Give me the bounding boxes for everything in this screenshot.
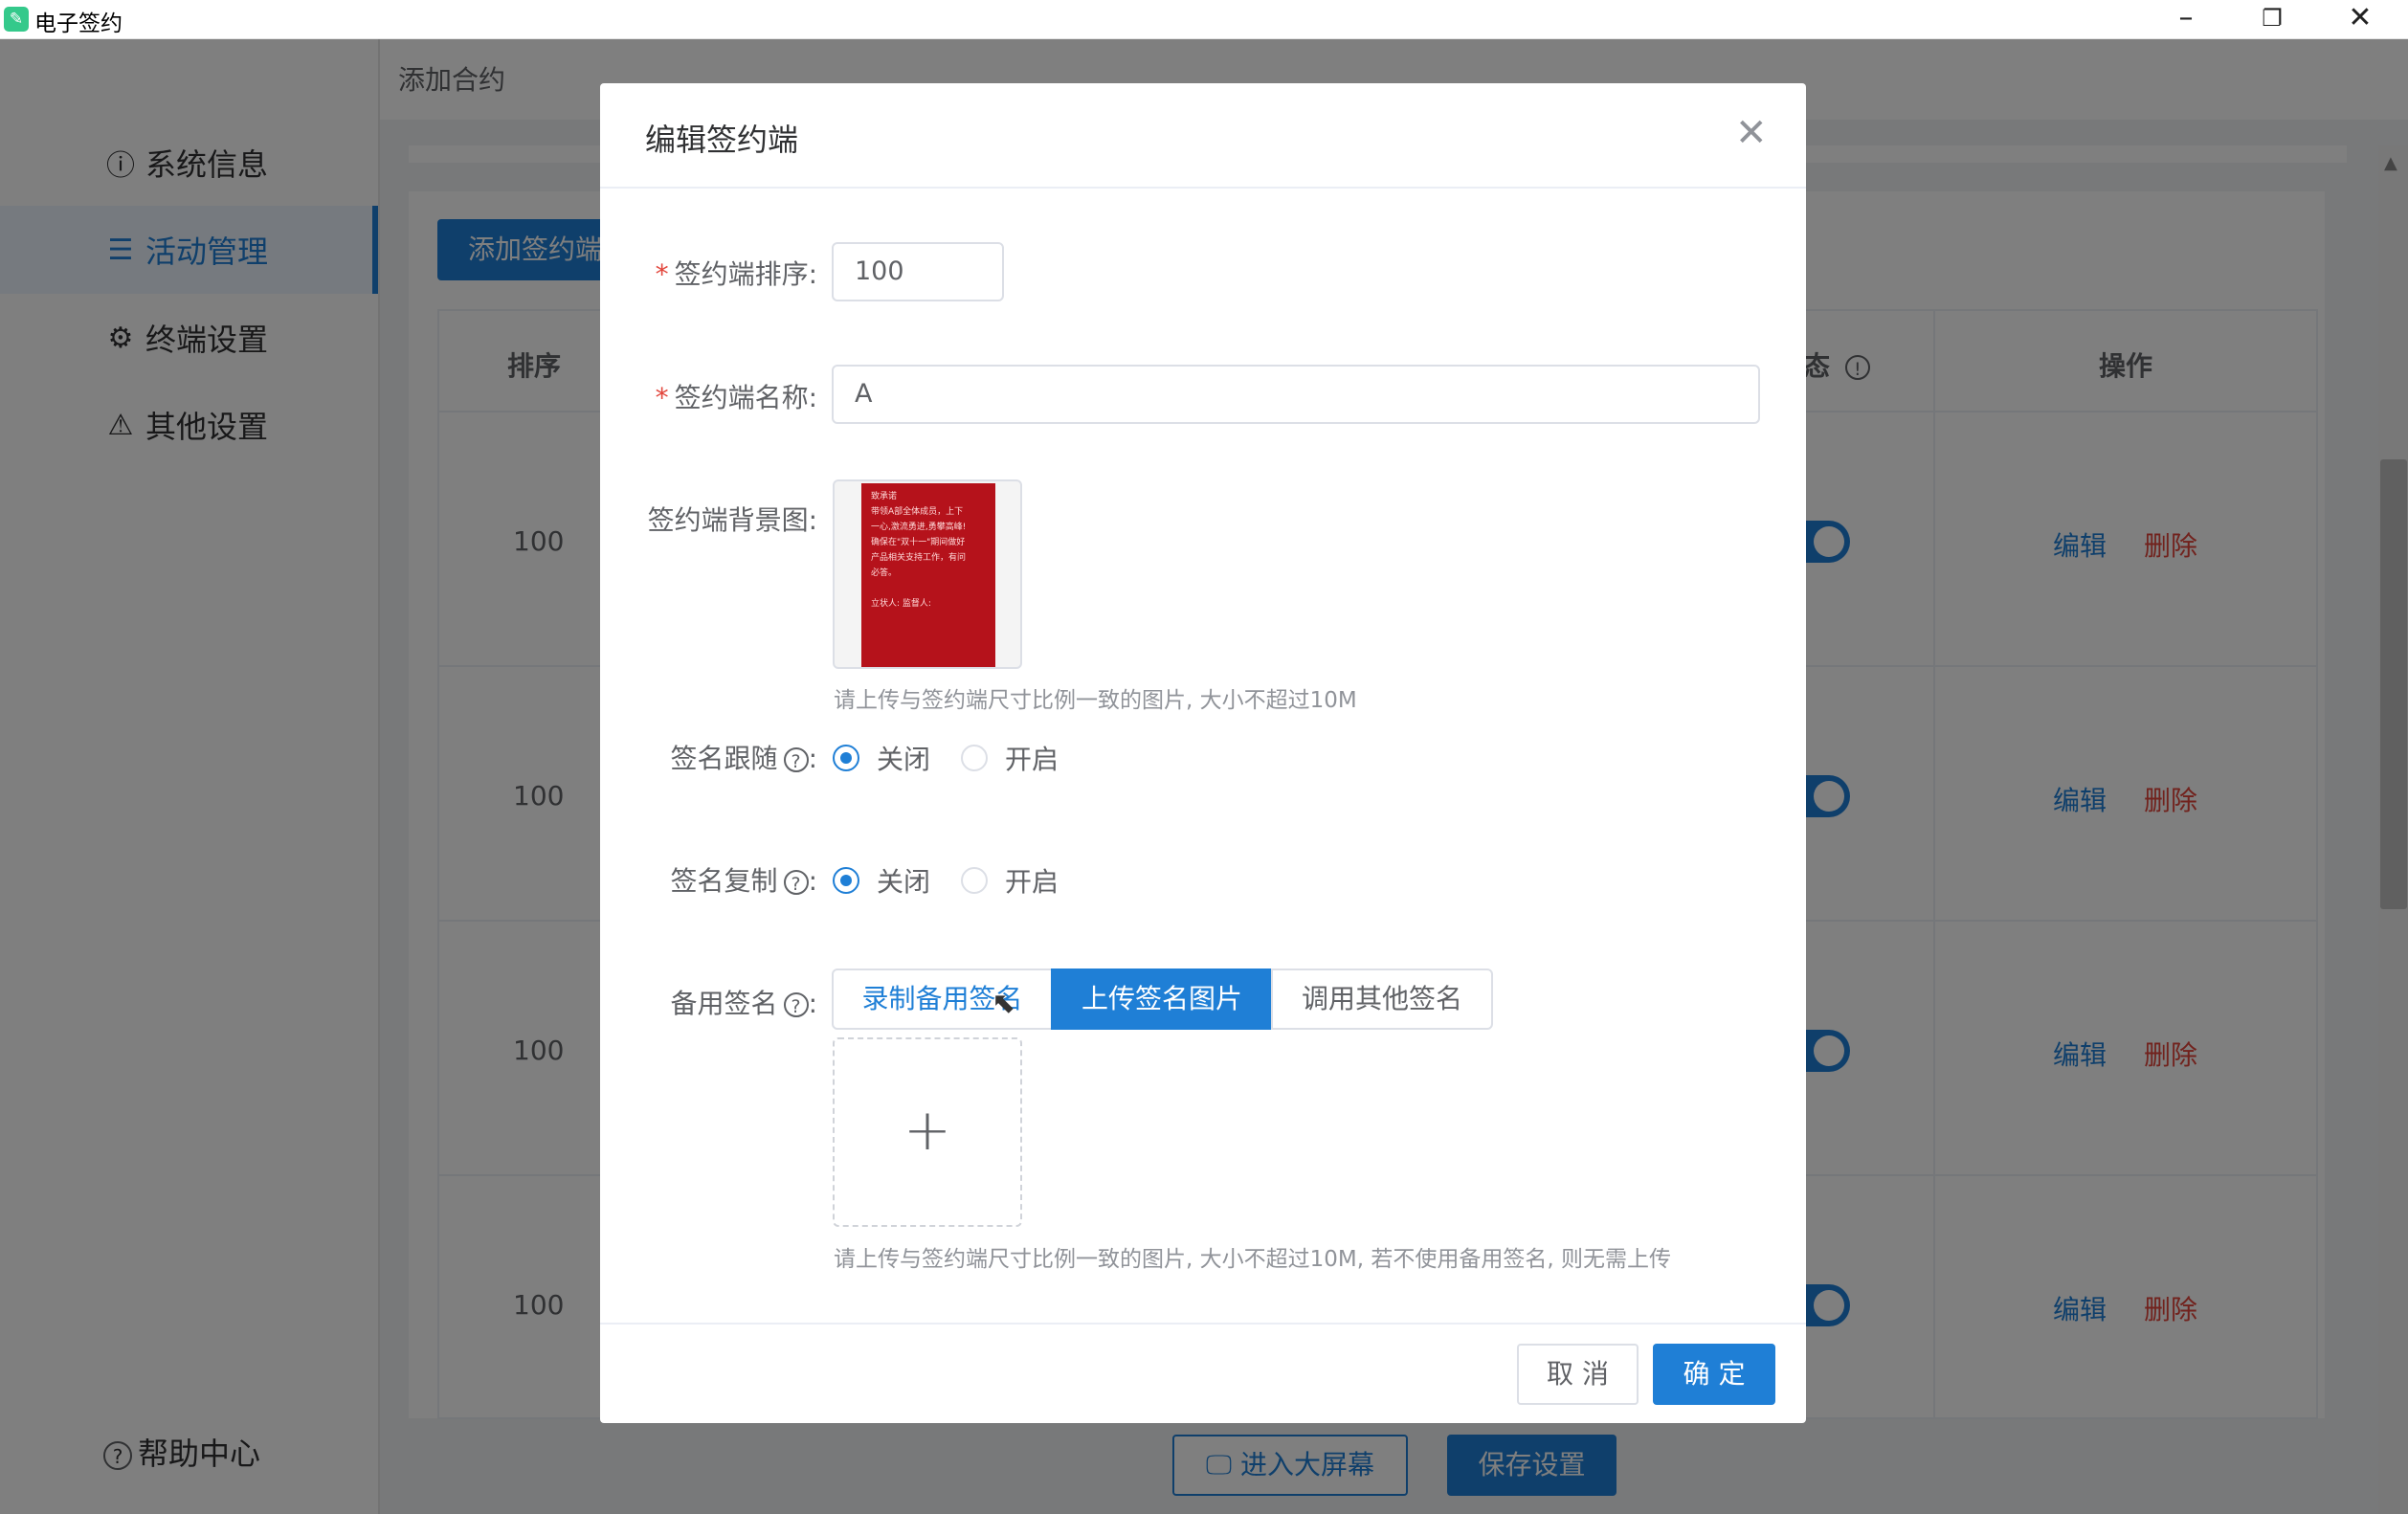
order-label-text: 签约端排序: (674, 258, 817, 290)
signature-follow-off-radio[interactable]: 关闭 (833, 739, 930, 777)
help-icon[interactable]: ? (783, 992, 809, 1017)
divider (600, 187, 1806, 189)
radio-dot (833, 745, 859, 771)
window-title-bar: ✎ 电子签约 – ❐ ✕ (0, 0, 2408, 39)
radio-label: 关闭 (877, 744, 931, 775)
radio-dot (833, 867, 859, 894)
background-label: 签约端背景图: (647, 504, 817, 536)
dialog-title: 编辑签约端 (645, 122, 799, 158)
cancel-button[interactable]: 取 消 (1517, 1344, 1639, 1405)
window-title: 电子签约 (34, 11, 123, 36)
close-icon[interactable]: ✕ (1735, 114, 1768, 152)
upload-hint: 请上传与签约端尺寸比例一致的图片, 大小不超过10M, 若不使用备用签名, 则无… (834, 1247, 1671, 1272)
radio-dot (961, 867, 988, 894)
close-icon[interactable]: ✕ (2322, 0, 2398, 38)
tab-record-backup-signature[interactable]: 录制备用签名 (832, 969, 1053, 1030)
radio-label: 开启 (1005, 744, 1059, 775)
name-label-text: 签约端名称: (674, 382, 817, 413)
background-image-preview[interactable]: 致承诺 带领A部全体成员，上下 一心,激流勇进,勇攀高峰! 确保在"双十一"期间… (833, 479, 1022, 669)
required-mark: * (655, 382, 669, 413)
edit-terminal-dialog: 编辑签约端 ✕ * 签约端排序: 100 * 签约端名称: A 签约端背景图: 致承… (600, 83, 1806, 1423)
signature-copy-label: 签名复制?: (670, 865, 817, 897)
minimize-icon[interactable]: – (2148, 0, 2224, 38)
background-image-content: 致承诺 带领A部全体成员，上下 一心,激流勇进,勇攀高峰! 确保在"双十一"期间… (861, 483, 995, 667)
order-label: * 签约端排序: (600, 254, 817, 292)
backup-signature-label: 备用签名?: (670, 988, 817, 1019)
signature-copy-on-radio[interactable]: 开启 (961, 861, 1059, 900)
tab-upload-signature-image[interactable]: 上传签名图片 (1051, 969, 1273, 1030)
plus-icon: + (903, 1097, 952, 1164)
backup-signature-label-text: 备用签名 (670, 988, 778, 1019)
name-input[interactable]: A (832, 365, 1760, 424)
confirm-button[interactable]: 确 定 (1653, 1344, 1775, 1405)
signature-upload-box[interactable]: + (833, 1037, 1022, 1227)
divider (600, 1323, 1806, 1325)
signature-copy-off-radio[interactable]: 关闭 (833, 861, 930, 900)
app-icon: ✎ (4, 7, 29, 32)
tab-use-other-signature[interactable]: 调用其他签名 (1271, 969, 1493, 1030)
signature-follow-on-radio[interactable]: 开启 (961, 739, 1059, 777)
restore-icon[interactable]: ❐ (2234, 0, 2310, 38)
signature-follow-label: 签名跟随?: (670, 743, 817, 774)
radio-label: 关闭 (877, 866, 931, 898)
help-icon[interactable]: ? (783, 747, 809, 772)
background-hint: 请上传与签约端尺寸比例一致的图片, 大小不超过10M (834, 688, 1357, 713)
signature-copy-label-text: 签名复制 (670, 865, 778, 897)
radio-label: 开启 (1005, 866, 1059, 898)
radio-dot (961, 745, 988, 771)
name-label: * 签约端名称: (600, 377, 817, 415)
required-mark: * (655, 258, 669, 290)
help-icon[interactable]: ? (783, 870, 809, 895)
signature-follow-label-text: 签名跟随 (670, 743, 778, 774)
order-input[interactable]: 100 (832, 242, 1004, 301)
mouse-cursor-icon: ⬉ (992, 987, 1016, 1020)
